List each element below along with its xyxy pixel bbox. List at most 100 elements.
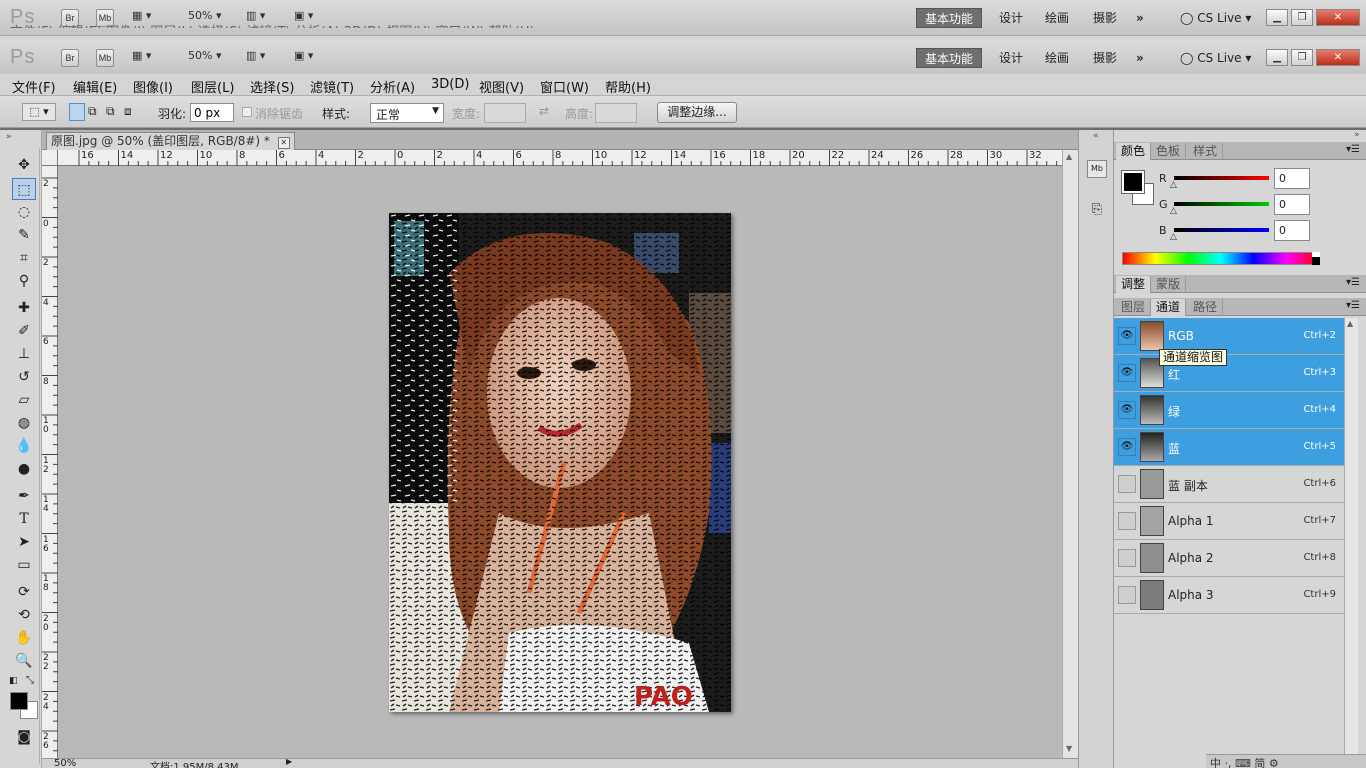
menu-help[interactable]: 帮助(H) [605,77,651,96]
spectrum-white-swatch[interactable] [1312,252,1320,257]
channel-thumbnail[interactable] [1140,395,1164,425]
3d-rotate-tool-icon[interactable]: ⟳ [12,581,36,603]
menu-window[interactable]: 窗口(W) [540,77,589,96]
channel-thumbnail[interactable] [1140,432,1164,462]
g-slider[interactable] [1174,202,1269,206]
rectangle-tool-icon[interactable]: ▭ [12,554,36,576]
visibility-toggle[interactable] [1118,586,1136,604]
screen-mode-dropdown[interactable]: ▣ ▾ [294,49,313,62]
history-brush-tool-icon[interactable]: ↺ [12,366,36,388]
channel-thumbnail[interactable] [1140,469,1164,499]
intersect-selection-icon[interactable]: ⧈ [124,104,132,119]
channel-row-rgb[interactable]: 👁 RGB Ctrl+2 [1114,318,1344,355]
path-selection-tool-icon[interactable]: ➤ [12,531,36,553]
g-value-input[interactable]: 0 [1274,194,1310,215]
status-menu-arrow-icon[interactable]: ▶ [286,759,292,766]
add-to-selection-icon[interactable]: ⧉ [88,104,97,119]
feather-input[interactable] [190,103,234,122]
eyedropper-tool-icon[interactable]: ⚲ [12,270,36,292]
menu-select[interactable]: 选择(S) [250,77,294,96]
swap-dimensions-icon[interactable]: ⇄ [539,104,549,118]
more-workspaces-icon[interactable]: » [1136,48,1144,68]
antialias-checkbox[interactable] [242,107,252,117]
workspace-painting[interactable]: 绘画 [1045,48,1069,68]
bridge-button[interactable]: Br [61,49,79,67]
lasso-tool-icon[interactable]: ◌ [12,201,36,223]
b-slider-handle-icon[interactable]: △ [1170,232,1177,242]
workspace-essentials-ghost[interactable]: 基本功能 [916,8,983,28]
document-tab[interactable]: 原图.jpg @ 50% (盖印图层, RGB/8#) * ✕ [46,132,295,150]
hand-tool-icon[interactable]: ✋ [12,627,36,649]
channel-thumbnail[interactable] [1140,506,1164,536]
menu-layer[interactable]: 图层(L) [191,77,234,96]
swap-colors-icon[interactable]: ⤡ [26,675,34,686]
minibridge-button[interactable]: Mb [96,49,114,67]
clone-stamp-tool-icon[interactable]: ⊥ [12,343,36,365]
channel-row-red[interactable]: 👁 红 Ctrl+3 [1114,355,1344,392]
status-zoom[interactable]: 50% [54,759,76,768]
visibility-eye-icon[interactable]: 👁 [1118,438,1136,456]
adjust-panel-menu-icon[interactable]: ▾☰ [1346,277,1360,288]
r-value-input[interactable]: 0 [1274,168,1310,189]
more-workspaces-icon[interactable]: » [1136,8,1144,28]
pen-tool-icon[interactable]: ✒ [12,485,36,507]
tab-masks[interactable]: 蒙版 [1151,276,1187,293]
default-colors-icon[interactable]: ◧ [9,676,18,686]
menu-3d[interactable]: 3D(D) [431,77,469,92]
visibility-eye-icon[interactable]: 👁 [1118,401,1136,419]
channel-row-alpha-3[interactable]: Alpha 3 Ctrl+9 [1114,577,1344,614]
r-slider-handle-icon[interactable]: △ [1170,180,1177,190]
document-photo[interactable]: PAO [389,213,731,712]
scroll-down-icon[interactable]: ▼ [1066,744,1072,753]
quick-mask-icon[interactable]: ◙ [12,726,36,748]
move-tool-icon[interactable]: ✥ [12,154,36,176]
panels-collapse-icon[interactable]: » [1354,130,1360,140]
channel-thumbnail[interactable] [1140,321,1164,351]
mini-bridge-panel-icon[interactable]: Mb [1087,160,1107,178]
style-select[interactable]: 正常 ▼ [370,103,444,123]
visibility-toggle[interactable] [1118,475,1136,493]
minimize-button[interactable]: ▁ [1266,49,1288,66]
restore-button[interactable]: ❐ [1291,9,1313,26]
visibility-toggle[interactable] [1118,512,1136,530]
workspace-painting-ghost[interactable]: 绘画 [1045,8,1069,28]
channels-scrollbar[interactable]: ▲ [1344,318,1358,763]
healing-brush-tool-icon[interactable]: ✚ [12,297,36,319]
height-input[interactable] [595,103,637,123]
3d-orbit-tool-icon[interactable]: ⟲ [12,604,36,626]
channel-thumbnail[interactable] [1140,580,1164,610]
blur-tool-icon[interactable]: 💧 [12,435,36,457]
tab-layers[interactable]: 图层 [1116,299,1152,316]
close-tab-icon[interactable]: ✕ [277,137,290,149]
zoom-level-dropdown[interactable]: 50% ▾ [188,9,221,22]
refine-edge-button[interactable]: 调整边缘... [657,102,737,123]
tools-collapse-icon[interactable]: » [6,132,12,142]
cs-live-menu[interactable]: ◯ CS Live ▾ [1180,8,1251,28]
dock-collapse-icon[interactable]: « [1093,131,1099,141]
new-selection-icon[interactable] [69,103,85,121]
cs-live-menu[interactable]: ◯ CS Live ▾ [1180,48,1251,68]
color-spectrum-bar[interactable] [1122,252,1320,265]
menu-image[interactable]: 图像(I) [133,77,173,96]
channel-row-blue[interactable]: 👁 蓝 Ctrl+5 [1114,429,1344,466]
workspace-design-ghost[interactable]: 设计 [999,8,1023,28]
foreground-color-swatch[interactable] [10,692,28,710]
tab-color[interactable]: 颜色 [1116,143,1152,160]
view-extras-dropdown[interactable]: ▦ ▾ [132,9,151,22]
menu-analysis[interactable]: 分析(A) [370,77,415,96]
type-tool-icon[interactable]: T [12,508,36,530]
layers-panel-menu-icon[interactable]: ▾☰ [1346,300,1360,311]
channel-row-alpha-2[interactable]: Alpha 2 Ctrl+8 [1114,540,1344,577]
tab-adjustments[interactable]: 调整 [1116,276,1152,293]
zoom-level-dropdown[interactable]: 50% ▾ [188,49,221,62]
b-value-input[interactable]: 0 [1274,220,1310,241]
r-slider[interactable] [1174,176,1269,180]
close-window-button[interactable]: ✕ [1316,9,1360,26]
scroll-up-icon[interactable]: ▲ [1347,319,1353,328]
channel-row-green[interactable]: 👁 绿 Ctrl+4 [1114,392,1344,429]
menu-file[interactable]: 文件(F) [12,77,56,96]
tool-preset-picker[interactable]: ⬚ ▾ [22,103,56,121]
subtract-selection-icon[interactable]: ⧉ [106,104,115,119]
arrange-documents-dropdown[interactable]: ▥ ▾ [246,9,265,22]
color-panel-menu-icon[interactable]: ▾☰ [1346,144,1360,155]
